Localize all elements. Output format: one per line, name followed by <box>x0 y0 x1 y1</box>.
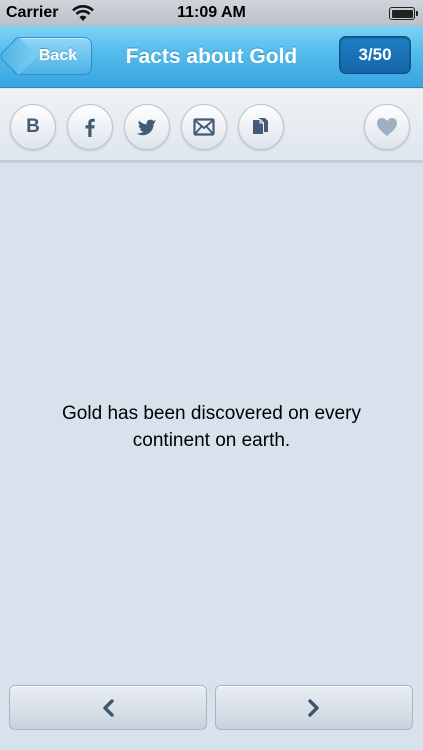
clock: 11:09 AM <box>177 4 246 21</box>
previous-fact-button[interactable] <box>9 685 207 730</box>
battery-icon <box>389 7 418 20</box>
copy-icon <box>253 118 268 134</box>
toolbar-shadow <box>0 161 423 164</box>
chevron-left-icon <box>103 698 114 717</box>
share-toolbar: B <box>0 89 423 161</box>
bookmark-b-button[interactable]: B <box>10 104 56 150</box>
facebook-button[interactable] <box>67 104 113 150</box>
mail-icon <box>193 118 215 136</box>
twitter-icon <box>136 119 157 136</box>
status-bar: Carrier 11:09 AM <box>0 0 423 26</box>
email-button[interactable] <box>181 104 227 150</box>
favorite-button[interactable] <box>364 104 410 150</box>
navigation-bar: Back Facts about Gold 3/50 <box>0 26 423 88</box>
back-button-label: Back <box>38 47 78 64</box>
facebook-icon <box>85 118 95 137</box>
chevron-right-icon <box>308 698 319 717</box>
copy-button[interactable] <box>238 104 284 150</box>
next-fact-button[interactable] <box>215 685 413 730</box>
heart-icon <box>377 118 397 136</box>
twitter-button[interactable] <box>124 104 170 150</box>
b-letter-icon: B <box>26 116 40 137</box>
fact-counter: 3/50 <box>339 36 411 74</box>
fact-text: Gold has been discovered on every contin… <box>62 403 361 451</box>
